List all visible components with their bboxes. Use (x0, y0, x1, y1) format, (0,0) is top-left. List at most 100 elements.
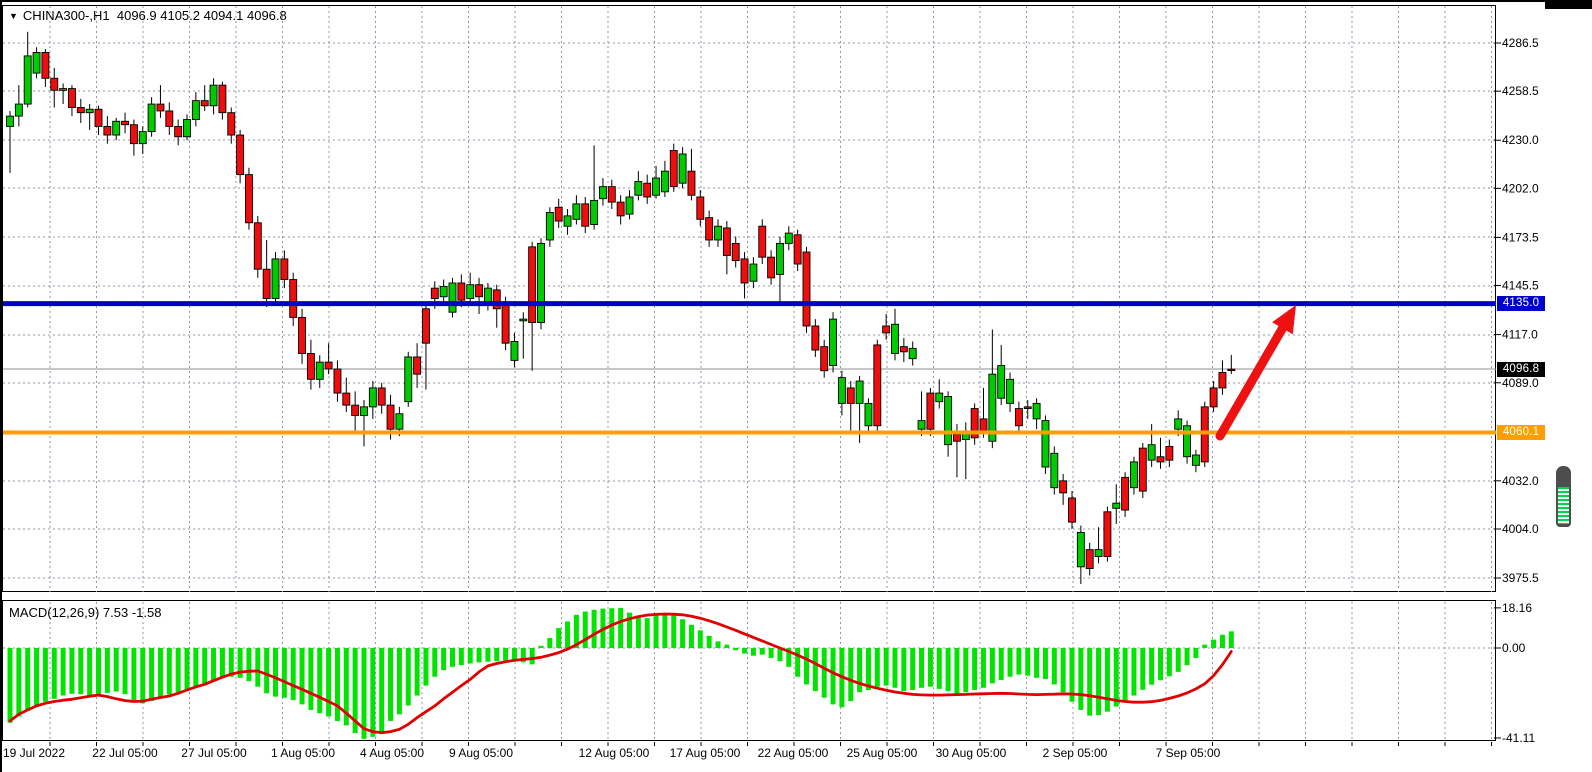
time-axis-label: 2 Sep 05:00 (1043, 746, 1108, 760)
macd-histogram-bar (485, 648, 490, 662)
candle-body (768, 257, 775, 278)
candle-body (467, 285, 474, 299)
macd-histogram-bar (813, 648, 818, 691)
macd-histogram-bar (1008, 648, 1013, 677)
macd-histogram-bar (1123, 648, 1128, 701)
candle-body (431, 288, 438, 298)
candle-body (51, 78, 58, 90)
macd-histogram-bar (1211, 640, 1216, 648)
candle-body (644, 183, 651, 197)
candle-body (1086, 550, 1093, 569)
macd-histogram-bar (388, 648, 393, 721)
candle-body (113, 121, 120, 135)
candle-body (387, 405, 394, 429)
support-line[interactable] (3, 430, 1496, 434)
candle-body (1042, 421, 1049, 467)
macd-histogram-bar (910, 648, 915, 690)
macd-histogram-bar (1025, 648, 1030, 676)
candle-body (405, 357, 412, 402)
time-axis-label: 17 Aug 05:00 (670, 746, 741, 760)
macd-histogram-bar (1105, 648, 1110, 712)
price-axis-label: 4202.0 (1502, 181, 1539, 195)
macd-histogram-bar (362, 648, 367, 739)
macd-histogram-bar (893, 648, 898, 688)
candle-body (458, 283, 465, 300)
macd-histogram-bar (1087, 648, 1092, 716)
time-axis-label: 4 Aug 05:00 (360, 746, 424, 760)
candle-body (245, 175, 252, 223)
candle-body (104, 126, 111, 135)
macd-histogram-bar (16, 648, 21, 717)
candle-body (697, 197, 704, 219)
candle-body (1228, 369, 1235, 370)
macd-histogram-bar (69, 648, 74, 694)
macd-histogram-bar (901, 648, 906, 691)
candle-body (670, 151, 677, 187)
candle-body (502, 304, 509, 344)
symbol-period-label: CHINA300-,H1 (23, 8, 110, 23)
candle-body (909, 348, 916, 358)
candle-body (1184, 426, 1191, 457)
chart-canvas: 4286.54258.54230.04202.04173.54145.54117… (0, 0, 1592, 772)
candle-body (334, 369, 341, 393)
candle-body (1051, 453, 1058, 487)
macd-histogram-bar (140, 648, 145, 703)
candle-body (122, 121, 129, 124)
macd-histogram-bar (1034, 648, 1039, 678)
macd-histogram-bar (264, 648, 269, 693)
time-axis-label: 9 Aug 05:00 (449, 746, 513, 760)
candle-body (679, 154, 686, 183)
candle-body (210, 85, 217, 106)
macd-histogram-bar (317, 648, 322, 713)
candle-body (555, 207, 562, 221)
macd-histogram-bar (43, 648, 48, 702)
candle-body (299, 317, 306, 353)
candle-body (927, 393, 934, 429)
candle-body (918, 421, 925, 430)
candle-body (723, 228, 730, 256)
macd-histogram-bar (609, 608, 614, 648)
macd-histogram-bar (96, 648, 101, 695)
macd-histogram-bar (1176, 648, 1181, 672)
macd-histogram-bar (1193, 648, 1198, 658)
candle-body (60, 89, 67, 91)
macd-histogram-bar (698, 630, 703, 648)
macd-histogram-bar (1140, 648, 1145, 690)
macd-histogram-bar (1052, 648, 1057, 684)
macd-histogram-bar (1096, 648, 1101, 715)
macd-histogram-bar (8, 648, 13, 723)
macd-histogram-bar (751, 648, 756, 656)
macd-histogram-bar (866, 648, 871, 690)
candle-body (821, 347, 828, 371)
candle-body (653, 178, 660, 195)
candle-body (1077, 532, 1084, 566)
macd-histogram-bar (512, 648, 517, 661)
collapse-triangle-icon[interactable]: ▼ (9, 11, 18, 21)
time-axis-label: 7 Sep 05:00 (1156, 746, 1221, 760)
macd-histogram-bar (185, 648, 190, 690)
macd-histogram-bar (468, 648, 473, 663)
candle-body (750, 264, 757, 281)
scrollbar-thumb[interactable] (1556, 466, 1571, 527)
candle-body (1060, 481, 1067, 493)
macd-histogram-bar (884, 648, 889, 686)
macd-histogram-bar (477, 648, 482, 662)
candle-body (591, 200, 598, 224)
macd-histogram-bar (78, 648, 83, 694)
macd-histogram-bar (397, 648, 402, 714)
macd-histogram-bar (1078, 648, 1083, 710)
candle-body (86, 109, 93, 112)
resistance-line[interactable] (3, 301, 1496, 306)
trend-arrow-shaft[interactable] (1220, 322, 1286, 436)
macd-histogram-bar (415, 648, 420, 696)
candle-body (1192, 455, 1199, 465)
candle-body (847, 388, 854, 403)
support-price-badge: 4060.1 (1497, 425, 1545, 440)
candle-body (352, 405, 359, 415)
price-axis-label: 4258.5 (1502, 84, 1539, 98)
macd-histogram-bar (406, 648, 411, 705)
candle-body (290, 280, 297, 318)
candle-body (856, 381, 863, 403)
macd-histogram-bar (326, 648, 331, 717)
candle-body (741, 259, 748, 283)
